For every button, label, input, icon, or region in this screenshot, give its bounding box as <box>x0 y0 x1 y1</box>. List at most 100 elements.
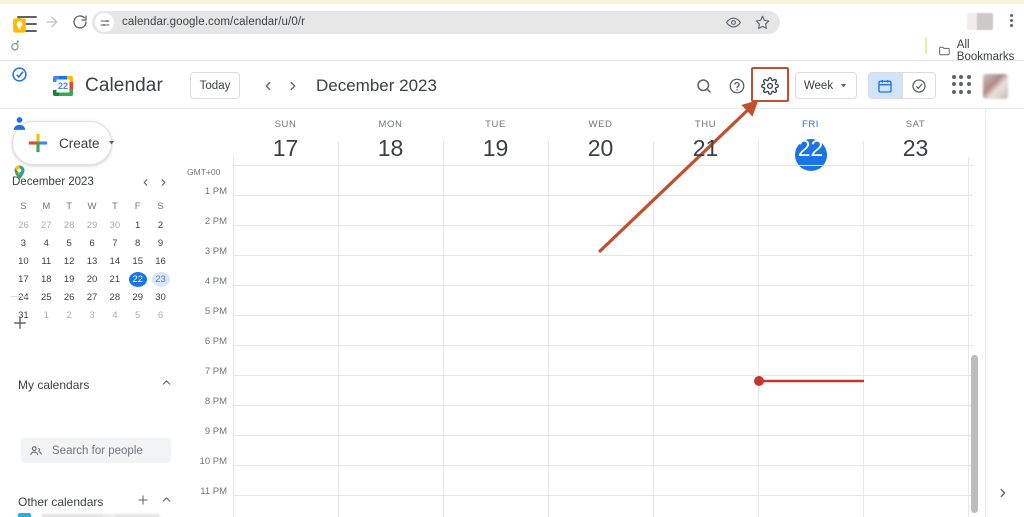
mini-day-11[interactable]: 11 <box>37 254 55 269</box>
view-selector[interactable]: Week <box>795 72 857 99</box>
day-header-thu[interactable]: THU 21 <box>653 109 758 163</box>
day-header-tue[interactable]: TUE 19 <box>443 109 548 163</box>
mini-day-6[interactable]: 6 <box>83 236 101 251</box>
mini-day-3[interactable]: 3 <box>83 308 101 323</box>
mini-day-10[interactable]: 10 <box>14 254 32 269</box>
mini-day-9[interactable]: 9 <box>152 236 170 251</box>
calendar-checkbox[interactable] <box>18 513 31 517</box>
mini-day-5[interactable]: 5 <box>60 236 78 251</box>
scrollbar-thumb[interactable] <box>971 355 978 513</box>
mini-next-month-button[interactable] <box>154 173 172 191</box>
forward-button[interactable] <box>42 12 62 32</box>
mini-dow-5: F <box>134 201 141 212</box>
all-bookmarks-button[interactable]: All Bookmarks <box>938 39 1024 63</box>
star-icon[interactable] <box>755 15 770 35</box>
mini-day-15[interactable]: 15 <box>129 254 147 269</box>
url-text: calendar.google.com/calendar/u/0/r <box>122 16 306 28</box>
mini-day-19[interactable]: 19 <box>60 272 78 287</box>
mini-day-8[interactable]: 8 <box>129 236 147 251</box>
keep-icon[interactable] <box>8 14 30 36</box>
add-panel-button[interactable] <box>11 314 29 332</box>
search-icon[interactable] <box>692 74 716 98</box>
grid-body[interactable] <box>185 157 985 517</box>
other-calendars-header[interactable]: Other calendars <box>18 492 173 512</box>
mini-day-29[interactable]: 29 <box>83 218 101 233</box>
my-calendars-title: My calendars <box>18 378 90 392</box>
mini-day-1[interactable]: 1 <box>37 308 55 323</box>
chevron-up-icon[interactable] <box>160 493 173 511</box>
mini-day-2[interactable]: 2 <box>60 308 78 323</box>
mini-day-13[interactable]: 13 <box>83 254 101 269</box>
avatar[interactable] <box>983 74 1008 99</box>
mini-day-22[interactable]: 22 <box>128 272 147 287</box>
mini-day-1[interactable]: 1 <box>129 218 147 233</box>
hour-gridline <box>233 435 973 436</box>
mini-day-2[interactable]: 2 <box>152 218 170 233</box>
mini-day-26[interactable]: 26 <box>14 218 32 233</box>
mini-day-25[interactable]: 25 <box>37 290 55 305</box>
rail-divider <box>11 296 28 297</box>
search-for-people-input[interactable]: Search for people <box>21 438 171 463</box>
mini-day-27[interactable]: 27 <box>83 290 101 305</box>
eye-icon[interactable] <box>725 15 742 35</box>
reload-button[interactable] <box>70 12 90 32</box>
mini-day-16[interactable]: 16 <box>152 254 170 269</box>
vertical-scrollbar[interactable] <box>971 355 979 517</box>
mini-day-28[interactable]: 28 <box>60 218 78 233</box>
mini-day-12[interactable]: 12 <box>60 254 78 269</box>
apps-grid-icon[interactable] <box>952 75 972 95</box>
mini-day-3[interactable]: 3 <box>14 236 32 251</box>
today-button[interactable]: Today <box>190 72 240 99</box>
mini-day-4[interactable]: 4 <box>37 236 55 251</box>
calendar-view-toggle[interactable] <box>868 72 902 99</box>
maps-icon[interactable] <box>8 161 30 183</box>
mini-day-30[interactable]: 30 <box>152 290 170 305</box>
chevron-up-icon[interactable] <box>160 376 173 394</box>
help-icon[interactable] <box>725 74 749 98</box>
mini-day-17[interactable]: 17 <box>14 272 32 287</box>
address-bar[interactable]: calendar.google.com/calendar/u/0/r <box>92 11 780 34</box>
mini-calendar-days: 26 27 28 29 30 1 2 3 4 5 6 7 8 9 10 11 12 13 14 15 16 17 18 19 2… <box>12 218 172 323</box>
mini-day-7[interactable]: 7 <box>106 236 124 251</box>
mini-day-20[interactable]: 20 <box>83 272 101 287</box>
my-calendars-header[interactable]: My calendars <box>18 375 173 395</box>
tasks-view-toggle[interactable] <box>902 72 936 99</box>
mini-day-6[interactable]: 6 <box>152 308 170 323</box>
kebab-menu-icon[interactable] <box>1003 12 1019 30</box>
day-number: 18 <box>377 135 404 161</box>
day-number: 23 <box>902 135 929 161</box>
day-header-wed[interactable]: WED 20 <box>548 109 653 163</box>
mini-day-24[interactable]: 24 <box>14 290 32 305</box>
day-header-fri[interactable]: FRI 22 <box>758 109 863 171</box>
mini-day-14[interactable]: 14 <box>106 254 124 269</box>
search-for-people-placeholder: Search for people <box>52 444 143 457</box>
mini-day-23[interactable]: 23 <box>151 272 170 287</box>
mini-prev-month-button[interactable] <box>136 173 154 191</box>
day-header-mon[interactable]: MON 18 <box>338 109 443 163</box>
mini-day-29[interactable]: 29 <box>129 290 147 305</box>
next-week-button[interactable] <box>281 74 305 98</box>
mini-day-26[interactable]: 26 <box>60 290 78 305</box>
folder-icon <box>939 46 950 56</box>
prev-week-button[interactable] <box>256 74 280 98</box>
mini-day-30[interactable]: 30 <box>106 218 124 233</box>
expand-panel-button[interactable] <box>996 486 1012 502</box>
mini-day-27[interactable]: 27 <box>37 218 55 233</box>
browser-profile-avatar[interactable] <box>967 13 993 30</box>
contacts-icon[interactable] <box>8 112 30 134</box>
hour-gridline <box>233 165 973 166</box>
mini-day-21[interactable]: 21 <box>106 272 124 287</box>
mini-day-18[interactable]: 18 <box>37 272 55 287</box>
day-number: 19 <box>482 135 509 161</box>
site-settings-icon[interactable] <box>95 13 114 32</box>
mini-day-28[interactable]: 28 <box>106 290 124 305</box>
mini-day-4[interactable]: 4 <box>106 308 124 323</box>
tasks-icon[interactable] <box>8 63 30 85</box>
mini-day-5[interactable]: 5 <box>129 308 147 323</box>
bookmark-favicon[interactable] <box>8 38 24 54</box>
day-header-sat[interactable]: SAT 23 <box>863 109 968 163</box>
day-header-sun[interactable]: SUN 17 <box>233 109 338 163</box>
hour-gridline <box>233 315 973 316</box>
add-other-calendar-button[interactable] <box>136 493 150 512</box>
gear-icon[interactable] <box>758 74 782 98</box>
